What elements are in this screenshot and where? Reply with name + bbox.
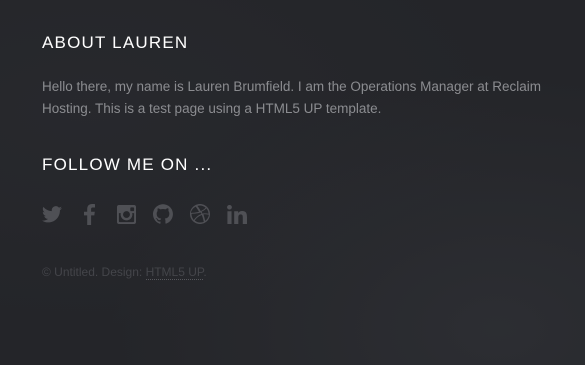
follow-heading: Follow me on ... [42, 155, 213, 174]
github-link[interactable] [153, 203, 173, 225]
dribbble-link[interactable] [190, 203, 210, 225]
twitter-icon [42, 205, 62, 222]
dribbble-icon [190, 204, 210, 224]
social-icons [42, 203, 264, 225]
html5up-link[interactable]: HTML5 UP [145, 265, 204, 280]
facebook-icon [83, 203, 95, 225]
linkedin-link[interactable] [227, 203, 247, 225]
copyright: © Untitled. Design: HTML5 UP. [42, 265, 207, 280]
facebook-link[interactable] [79, 203, 99, 225]
copyright-prefix: © Untitled. Design: [42, 265, 146, 279]
linkedin-icon [227, 204, 247, 224]
copyright-suffix: . [203, 265, 207, 279]
instagram-link[interactable] [116, 203, 136, 225]
about-text: Hello there, my name is Lauren Brumfield… [42, 79, 541, 116]
twitter-link[interactable] [42, 203, 62, 225]
github-icon [153, 204, 173, 224]
instagram-icon [116, 204, 136, 224]
about-heading: About Lauren [42, 33, 189, 52]
